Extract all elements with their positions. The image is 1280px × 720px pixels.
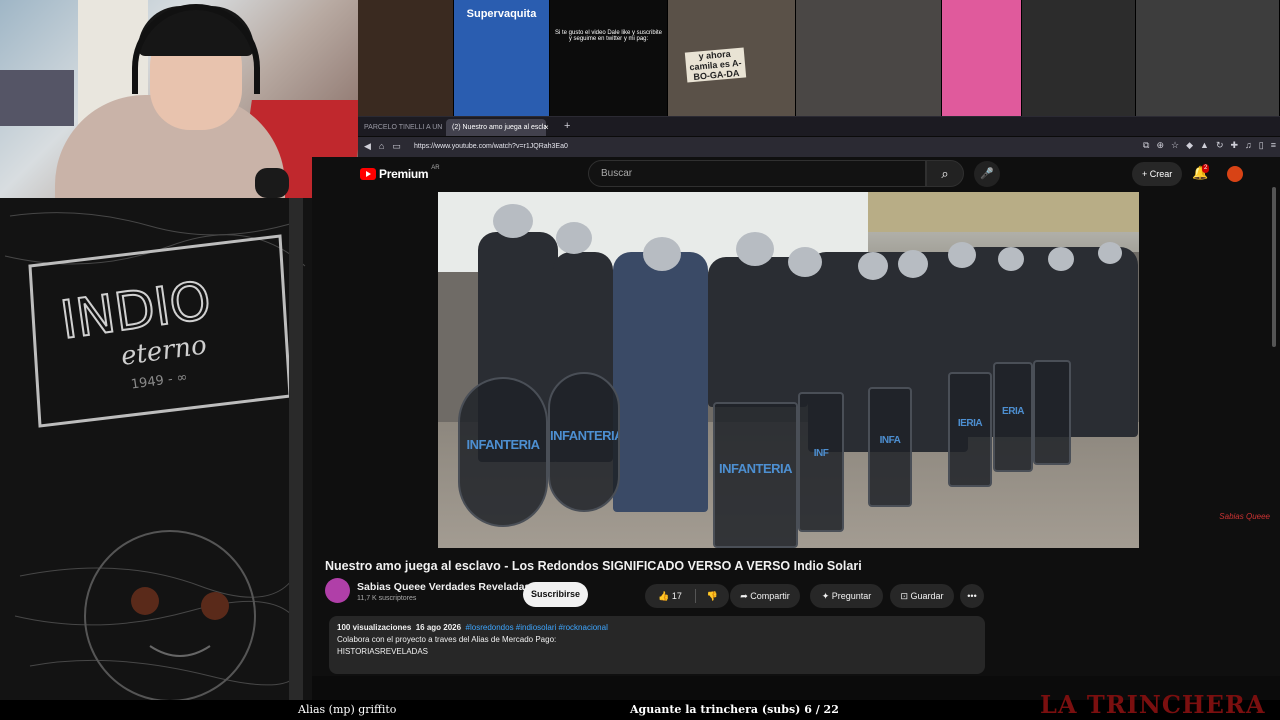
youtube-play-icon [360,168,376,180]
address-field[interactable]: https://www.youtube.com/watch?v=r1JQRah3… [414,140,568,154]
thumbnail[interactable]: y ahora camila es A-BO-GA-DA [668,0,796,116]
riot-shield: INFANTERIA [713,402,798,548]
sidebar-icon[interactable]: ▯ [1259,140,1264,151]
stream-brand-logo: LA TRINCHERA [1040,690,1266,719]
ask-button[interactable]: ✦ Preguntar [810,584,883,608]
riot-shield: INFA [868,387,912,507]
browser-urlbar: ◀ ⌂ ▭ https://www.youtube.com/watch?v=r1… [358,137,1280,157]
youtube-logo[interactable]: Premium AR [360,165,440,181]
home-icon[interactable]: ⌂ [379,141,384,152]
zoom-icon[interactable]: ⊕ [1156,140,1164,151]
thumbnail[interactable] [1136,0,1280,116]
thumbnail[interactable] [942,0,1022,116]
back-icon[interactable]: ◀ [364,141,371,152]
description-line: Colabora con el proyecto a traves del Al… [337,635,557,644]
thumbnail-strip: Supervaquita Si te gusto el video Dale l… [358,0,1280,116]
share-button[interactable]: ➦ Compartir [730,584,800,608]
indio-art-panel: INDIO eterno 1949 - ∞ [0,196,312,700]
description-line: HISTORIASREVELADAS [337,647,428,656]
riot-shield: IERIA [948,372,992,487]
now-playing: Aguante la trinchera (subs) 6 / 22 [630,703,839,716]
extension-icon[interactable]: ◆ [1186,140,1193,151]
save-button[interactable]: ⊡ Guardar [890,584,954,608]
video-player[interactable]: INFANTERIA INFANTERIA INFANTERIA INF INF… [438,192,1139,548]
stream-layout: INDIO eterno 1949 - ∞ Supervaquita Si te… [0,0,1280,720]
bookmark-icon[interactable]: ▭ [392,141,401,152]
thumbnail[interactable]: Si te gusto el video Dale like y suscrib… [550,0,668,116]
more-actions-button[interactable]: ••• [960,584,984,608]
subscribe-button[interactable]: Suscribirse [523,582,588,607]
sync-icon[interactable]: ↻ [1216,140,1224,151]
dislike-button[interactable]: 👎 [696,584,729,608]
browser-tab-active[interactable]: (2) Nuestro amo juega al escla [446,119,546,136]
channel-name[interactable]: Sabias Queee Verdades Reveladas [357,581,530,593]
search-input[interactable]: Buscar [588,160,926,187]
voice-search-icon[interactable]: 🎤 [974,161,1000,187]
thumbnail[interactable] [1022,0,1136,116]
browser-tabbar: PARCELO TINELLI A UN PROF (2) Nuestro am… [358,116,1280,136]
channel-avatar[interactable] [325,578,350,603]
riot-shield: INF [798,392,844,532]
like-button[interactable]: 👍 17 [645,584,695,608]
notification-badge: 2 [1202,164,1210,173]
youtube-page: Premium AR Buscar ⌕ 🎤 + Crear 🔔 2 INFANT… [312,157,1280,676]
thumbnail[interactable] [796,0,942,116]
create-button[interactable]: + Crear [1132,162,1183,186]
riot-shield: INFANTERIA [548,372,620,512]
like-dislike-group: 👍 17 👎 [645,584,729,608]
subscriber-count: 11,7 K suscriptores [357,595,417,602]
logo-text: Premium [379,167,429,181]
riot-shield: INFANTERIA [458,377,548,527]
logo-country: AR [431,165,440,171]
music-icon[interactable]: ♫ [1245,140,1252,151]
thumbnail[interactable] [358,0,454,116]
riot-shield: ERIA [993,362,1033,472]
search-icon[interactable]: ⌕ [926,160,964,187]
star-icon[interactable]: ☆ [1171,140,1179,151]
view-count: 100 visualizaciones [337,623,412,632]
browser-tab[interactable]: PARCELO TINELLI A UN PROF [358,119,444,136]
extension-icon[interactable]: ⧉ [1143,140,1149,151]
hashtags[interactable]: #losredondos #indiosolari #rocknacional [466,623,608,632]
scrollbar[interactable] [1272,187,1276,347]
menu-icon[interactable]: ≡ [1271,140,1276,151]
webcam-feed [0,0,358,198]
thumbnail[interactable]: Supervaquita [454,0,550,116]
puzzle-icon[interactable]: ✚ [1230,140,1238,151]
description-box[interactable]: 100 visualizaciones 16 ago 2026 #losredo… [329,616,985,674]
upload-date: 16 ago 2026 [415,623,462,632]
channel-watermark[interactable]: Sabias Queee [1219,512,1270,521]
avatar[interactable] [1227,166,1243,182]
microphone-icon [255,168,289,198]
new-tab-button[interactable]: + [564,118,570,135]
donation-alias: Alias (mp) griffito [298,703,397,716]
close-tab-icon[interactable]: × [544,119,549,136]
extension-icon[interactable]: ▲ [1200,140,1209,151]
video-title: Nuestro amo juega al esclavo - Los Redon… [325,559,862,573]
riot-shield [1033,360,1071,465]
scribble-art: INDIO eterno 1949 - ∞ [0,196,312,700]
